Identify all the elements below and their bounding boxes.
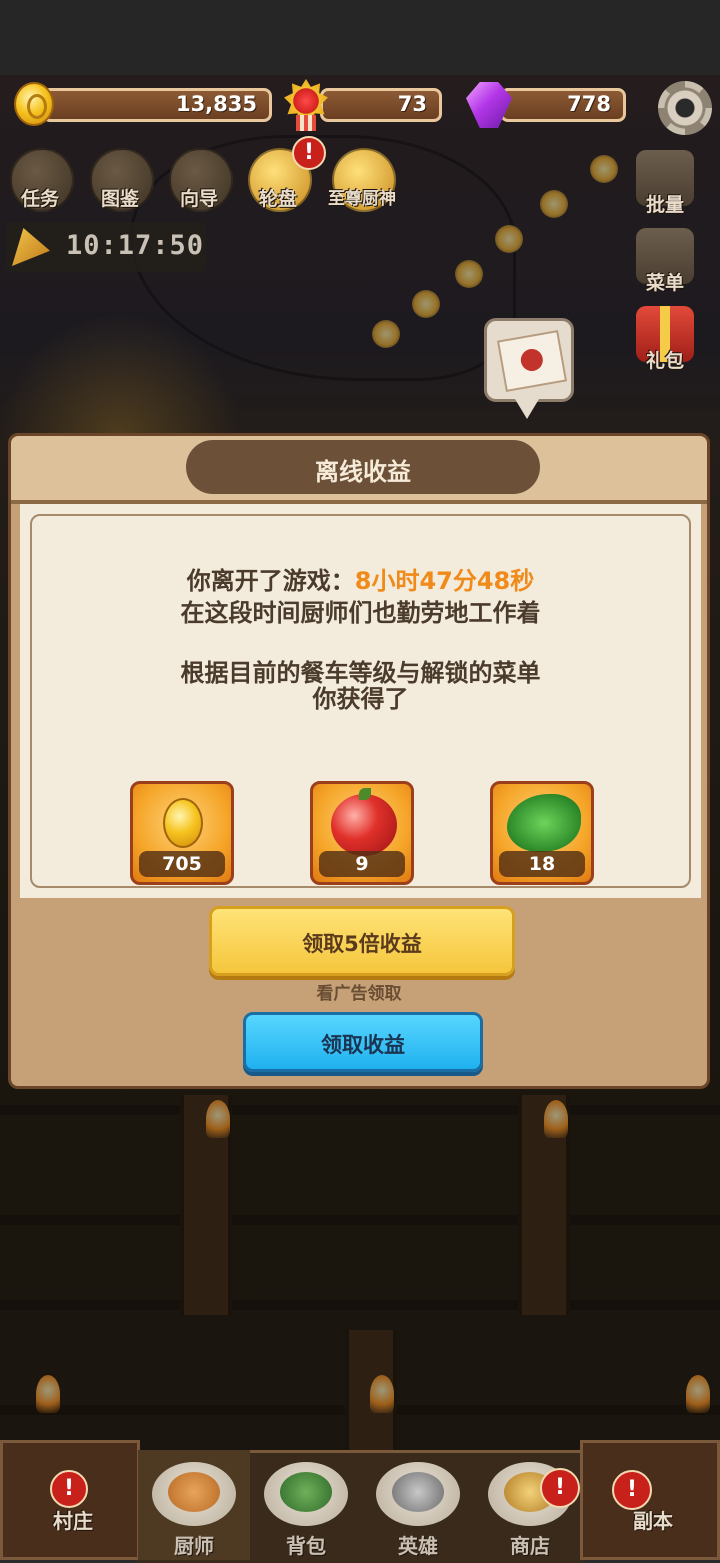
quick-menu-collection[interactable]: 图鉴 <box>84 148 156 220</box>
vegetable-icon <box>507 794 581 852</box>
offline-earnings-dialog: 离线收益 你离开了游戏：8小时47分48秒 在这段时间厨师们也勤劳地工作着 根据… <box>8 433 710 1089</box>
dialog-header: 离线收益 <box>11 436 707 500</box>
shop-alert-badge: ! <box>540 1468 580 1508</box>
status-bar <box>0 0 720 75</box>
message-line: 在这段时间厨师们也勤劳地工作着 <box>180 599 541 627</box>
helmet-icon <box>392 1472 444 1512</box>
nav-label: 厨师 <box>174 1534 214 1558</box>
right-menu-label: 批量 <box>645 194 684 216</box>
reward-count: 9 <box>319 851 405 877</box>
nav-label: 商店 <box>510 1534 550 1558</box>
claim-5x-label: 领取5倍收益 <box>302 932 422 956</box>
mail-bubble[interactable] <box>484 318 574 419</box>
nav-label: 背包 <box>286 1534 326 1558</box>
gem-counter: 778 <box>500 88 626 122</box>
medal-count: 73 <box>397 92 427 116</box>
resource-bar: 13,835 73 778 <box>0 75 720 137</box>
quick-menu-tasks[interactable]: 任务 <box>4 148 76 220</box>
coin-counter: 13,835 <box>42 88 272 122</box>
quick-menu-label: 向导 <box>179 188 218 210</box>
away-duration: 8小时47分48秒 <box>354 567 535 595</box>
reward-item: 705 <box>130 781 234 885</box>
away-time-line: 你离开了游戏：8小时47分48秒 <box>32 561 689 596</box>
nav-label: 英雄 <box>398 1534 438 1558</box>
quick-menu-label: 轮盘 <box>258 188 297 210</box>
reward-count: 705 <box>139 851 225 877</box>
content-border: 你离开了游戏：8小时47分48秒 在这段时间厨师们也勤劳地工作着 根据目前的餐车… <box>30 514 691 888</box>
coin-icon <box>163 798 203 848</box>
dialog-content: 你离开了游戏：8小时47分48秒 在这段时间厨师们也勤劳地工作着 根据目前的餐车… <box>20 504 701 898</box>
nav-tab-backpack[interactable]: 背包 <box>250 1450 362 1560</box>
right-menu-label: 礼包 <box>645 350 684 372</box>
reward-item: 18 <box>490 781 594 885</box>
right-menu-label: 菜单 <box>645 272 684 294</box>
envelope-icon <box>496 330 568 392</box>
quick-menu-supreme-chef[interactable]: 至尊厨神 <box>320 148 404 220</box>
timer-text: 10:17:50 <box>66 230 205 261</box>
backpack-icon <box>280 1472 332 1512</box>
meat-icon <box>331 788 397 856</box>
event-timer[interactable]: 10:17:50 <box>6 222 206 272</box>
quick-menu-label: 至尊厨神 <box>328 189 396 209</box>
quick-menu-label: 任务 <box>20 188 59 210</box>
right-menu-batch[interactable]: 批量 <box>630 150 700 220</box>
right-menu-menu[interactable]: 菜单 <box>630 228 700 298</box>
nav-tab-heroes[interactable]: 英雄 <box>362 1450 474 1560</box>
dungeon-alert-badge: ! <box>612 1470 652 1510</box>
party-horn-icon <box>12 228 50 266</box>
claim-label: 领取收益 <box>321 1033 405 1057</box>
medal-counter: 73 <box>320 88 442 122</box>
nav-dungeon[interactable]: 副本 <box>580 1440 720 1560</box>
claim-5x-button[interactable]: 领取5倍收益 <box>209 906 515 976</box>
quick-menu-guide[interactable]: 向导 <box>163 148 235 220</box>
nav-label: 副本 <box>633 1509 673 1533</box>
ad-hint-text: 看广告领取 <box>316 984 402 1004</box>
gem-count: 778 <box>567 92 611 116</box>
reward-item: 9 <box>310 781 414 885</box>
village-alert-badge: ! <box>50 1470 88 1508</box>
right-menu-gift[interactable]: 礼包 <box>630 306 700 376</box>
nav-tab-chef[interactable]: 厨师 <box>138 1450 250 1560</box>
title-pill: 离线收益 <box>186 440 540 494</box>
coin-icon <box>14 82 54 126</box>
coin-count: 13,835 <box>175 92 257 116</box>
nav-label: 村庄 <box>53 1509 93 1533</box>
medal-icon <box>282 79 330 131</box>
roast-chicken-icon <box>168 1472 220 1512</box>
bottom-nav: 村庄 ! 厨师 背包 英雄 商店 ! 副本 ! <box>0 1440 720 1563</box>
quick-menu-label: 图鉴 <box>100 188 139 210</box>
dialog-title: 离线收益 <box>315 458 411 486</box>
message-line: 你获得了 <box>312 685 409 713</box>
claim-button[interactable]: 领取收益 <box>243 1012 483 1072</box>
settings-gear-icon[interactable] <box>658 81 712 135</box>
away-prefix: 你离开了游戏： <box>186 567 355 595</box>
reward-count: 18 <box>499 851 585 877</box>
